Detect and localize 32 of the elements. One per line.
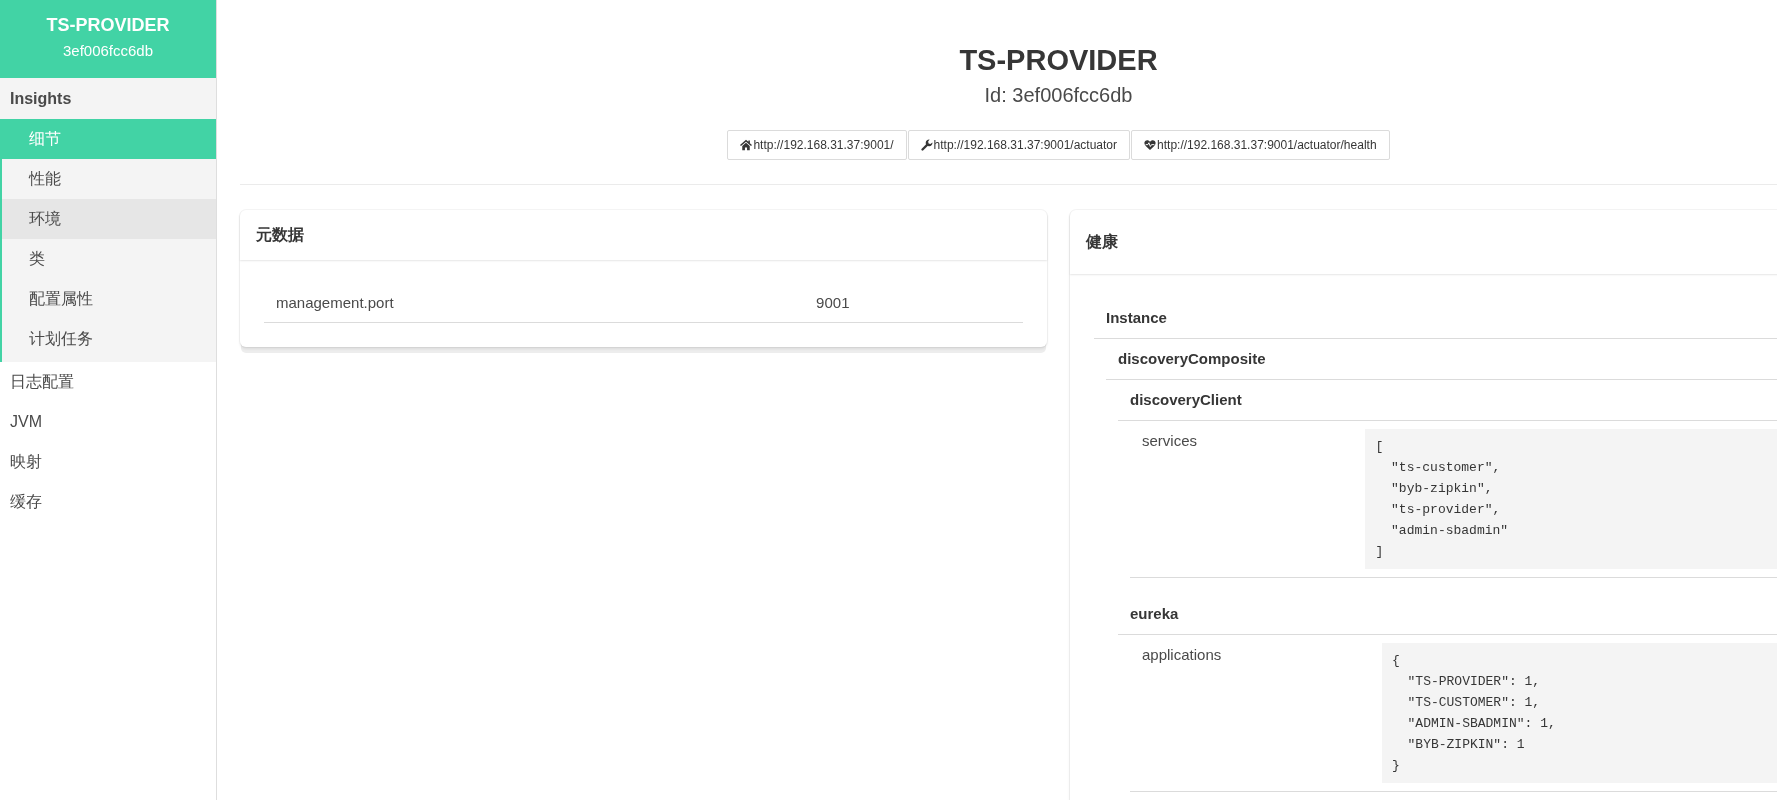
link-button[interactable]: http://192.168.31.37:9001/actuator	[907, 130, 1131, 160]
health-group-title: discoveryComposite	[1106, 339, 1777, 380]
health-group-title: Instance	[1094, 298, 1777, 339]
link-button[interactable]: http://192.168.31.37:9001/actuator/health	[1131, 130, 1390, 160]
sidebar-item[interactable]: 计划任务	[2, 319, 216, 359]
sidebar-item[interactable]: 缓存	[0, 482, 216, 522]
json-value: [ "ts-customer", "byb-zipkin", "ts-provider", "admin-sbadmin" ]	[1365, 429, 1777, 569]
instance-id-subtitle: Id: 3ef006fcc6db	[983, 83, 1134, 108]
sidebar-item[interactable]: 配置属性	[2, 279, 216, 319]
instance-id: 3ef006fcc6db	[61, 41, 155, 61]
sidebar-item[interactable]: 日志配置	[0, 362, 216, 402]
sidebar-item[interactable]: 映射	[0, 442, 216, 482]
property-name: management.port	[264, 284, 805, 323]
wrench-icon	[920, 139, 933, 151]
sidebar-item[interactable]: JVM	[0, 402, 216, 442]
sidebar-item[interactable]: 性能	[2, 159, 216, 199]
health-group-title: eureka	[1118, 594, 1777, 635]
sidebar-group-header[interactable]: Insights	[0, 78, 216, 119]
detail-key: services	[1130, 421, 1354, 578]
card-title: 健康	[1086, 232, 1119, 252]
home-icon	[740, 139, 753, 151]
json-value: { "TS-PROVIDER": 1, "TS-CUSTOMER": 1, "ADMIN-SBADMIN": 1, "BYB-ZIPKIN": 1 }	[1381, 643, 1777, 783]
sidebar-item[interactable]: 环境	[2, 199, 216, 239]
property-value: 9001	[804, 284, 1023, 323]
page-title: TS-PROVIDER	[958, 43, 1159, 78]
heartbeat-icon	[1144, 139, 1157, 151]
sidebar-item[interactable]: 类	[2, 239, 216, 279]
detail-key: applications	[1130, 635, 1370, 792]
link-button[interactable]: http://192.168.31.37:9001/	[727, 130, 907, 160]
card-title: 元数据	[256, 225, 305, 245]
health-group-title: discoveryClient	[1118, 380, 1777, 421]
app-name: TS-PROVIDER	[45, 14, 171, 37]
